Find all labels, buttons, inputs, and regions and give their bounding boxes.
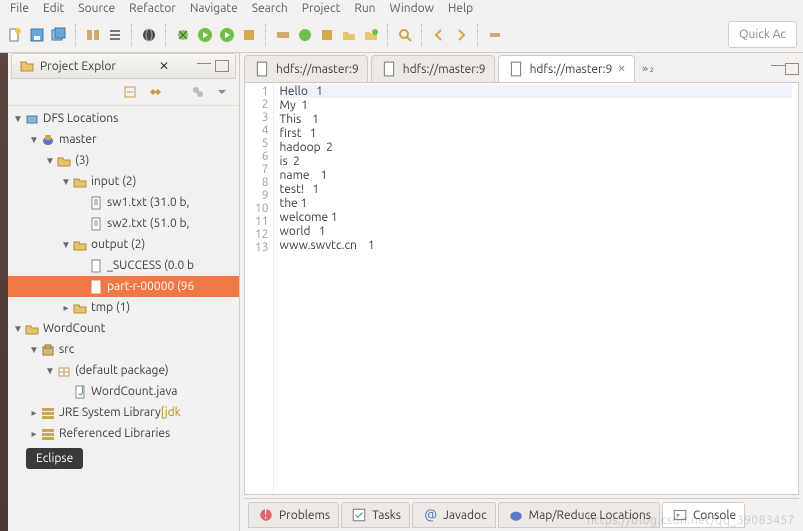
new-server-icon[interactable] — [274, 26, 292, 44]
save-icon[interactable] — [28, 26, 46, 44]
quick-access[interactable]: Quick Ac — [728, 21, 797, 48]
tree-wordcount[interactable]: ▼WordCount — [8, 318, 239, 339]
globe-icon[interactable] — [140, 26, 158, 44]
editor-body[interactable]: 12345678910111213 Hello 1 My 1 This 1 fi… — [244, 82, 799, 495]
tree-wordcount-java[interactable]: JWordCount.java — [8, 381, 239, 402]
save-all-icon[interactable] — [50, 26, 68, 44]
tasks-icon — [350, 506, 368, 524]
nav-fwd-icon[interactable] — [452, 26, 470, 44]
tree-jre[interactable]: ▸JRE System Library [jdk — [8, 402, 239, 423]
new-icon[interactable] — [6, 26, 24, 44]
file-icon — [253, 60, 271, 78]
new-package-icon[interactable] — [318, 26, 336, 44]
new-java-icon[interactable] — [296, 26, 314, 44]
launcher-sidebar — [0, 53, 8, 531]
view-problems[interactable]: !Problems — [248, 502, 339, 528]
search-icon[interactable] — [396, 26, 414, 44]
run-last-icon[interactable] — [218, 26, 236, 44]
menu-project[interactable]: Project — [302, 2, 341, 15]
debug-icon[interactable] — [174, 26, 192, 44]
editor-minimize-icon[interactable] — [771, 65, 785, 66]
project-explorer-header: Project Explor ✕ — [11, 53, 236, 79]
tree-referenced-libraries[interactable]: ▸Referenced Libraries — [8, 423, 239, 444]
svg-text:J: J — [78, 385, 84, 398]
editor-tab-0[interactable]: hdfs://master:9 — [244, 55, 368, 82]
menubar: File Edit Source Refactor Navigate Searc… — [0, 0, 803, 17]
tree-tmp[interactable]: ▸tmp (1) — [8, 297, 239, 318]
close-icon[interactable]: ✕ — [159, 59, 169, 73]
project-explorer-title: Project Explor — [40, 60, 155, 73]
tabs-overflow[interactable]: »₂ — [638, 62, 659, 75]
file-icon — [507, 60, 525, 78]
menu-navigate[interactable]: Navigate — [190, 2, 238, 15]
main-toolbar: Quick Ac — [0, 17, 803, 53]
tree-output[interactable]: ▼output (2) — [8, 234, 239, 255]
code-area[interactable]: Hello 1 My 1 This 1 first 1 hadoop 2 is … — [274, 83, 798, 494]
view-tasks[interactable]: Tasks — [341, 502, 410, 528]
pin-icon[interactable] — [486, 26, 504, 44]
view-menu-icon[interactable] — [213, 83, 231, 101]
new-folder-icon[interactable] — [340, 26, 358, 44]
coverage-icon[interactable] — [240, 26, 258, 44]
menu-refactor[interactable]: Refactor — [129, 2, 176, 15]
tree-default-package[interactable]: ▼(default package) — [8, 360, 239, 381]
list-icon[interactable] — [106, 26, 124, 44]
tree-sw1[interactable]: sw1.txt (31.0 b, — [8, 192, 239, 213]
menu-edit[interactable]: Edit — [43, 2, 64, 15]
editor-maximize-icon[interactable] — [785, 63, 799, 75]
run-icon[interactable] — [196, 26, 214, 44]
collapse-all-icon[interactable] — [121, 83, 139, 101]
tree-dfs-locations[interactable]: ▼DFS Locations — [8, 108, 239, 129]
close-tab-icon[interactable]: ✕ — [617, 63, 625, 75]
workarea: Project Explor ✕ ▼DFS Locations ▼master … — [0, 53, 803, 531]
toggle-icon[interactable] — [84, 26, 102, 44]
elephant-icon — [507, 506, 525, 524]
tree-count3[interactable]: ▼(3) — [8, 150, 239, 171]
editor-tab-2[interactable]: hdfs://master:9✕ — [498, 55, 635, 82]
new-file-icon[interactable] — [362, 26, 380, 44]
focus-icon[interactable] — [189, 83, 207, 101]
tree-src[interactable]: ▼src — [8, 339, 239, 360]
file-icon — [380, 60, 398, 78]
menu-run[interactable]: Run — [354, 2, 375, 15]
svg-text:!: ! — [264, 507, 268, 521]
minimize-icon[interactable] — [197, 63, 211, 64]
maximize-icon[interactable] — [215, 60, 229, 72]
problems-icon: ! — [257, 506, 275, 524]
project-explorer-icon — [18, 57, 36, 75]
view-javadoc[interactable]: @Javadoc — [412, 502, 496, 528]
nav-back-icon[interactable] — [430, 26, 448, 44]
svg-text:@: @ — [424, 507, 437, 523]
editor-tabs: hdfs://master:9 hdfs://master:9 hdfs://m… — [240, 53, 803, 82]
tree-master[interactable]: ▼master — [8, 129, 239, 150]
menu-file[interactable]: File — [10, 2, 29, 15]
menu-help[interactable]: Help — [448, 2, 473, 15]
menu-source[interactable]: Source — [78, 2, 115, 15]
watermark: https://blog.csdn.net/qq_39083457 — [587, 514, 795, 527]
editor-pane: hdfs://master:9 hdfs://master:9 hdfs://m… — [240, 53, 803, 531]
project-explorer-toolbar — [8, 79, 239, 106]
line-gutter: 12345678910111213 — [245, 83, 274, 494]
menu-search[interactable]: Search — [252, 2, 288, 15]
tree-success[interactable]: _SUCCESS (0.0 b — [8, 255, 239, 276]
tree-part-r-00000[interactable]: part-r-00000 (96 — [8, 276, 239, 297]
eclipse-tooltip: Eclipse — [26, 448, 83, 469]
tree-sw2[interactable]: sw2.txt (51.0 b, — [8, 213, 239, 234]
menu-window[interactable]: Window — [390, 2, 434, 15]
tree-input[interactable]: ▼input (2) — [8, 171, 239, 192]
link-editor-icon[interactable] — [145, 83, 163, 101]
editor-tab-1[interactable]: hdfs://master:9 — [371, 55, 495, 82]
javadoc-icon: @ — [421, 506, 439, 524]
